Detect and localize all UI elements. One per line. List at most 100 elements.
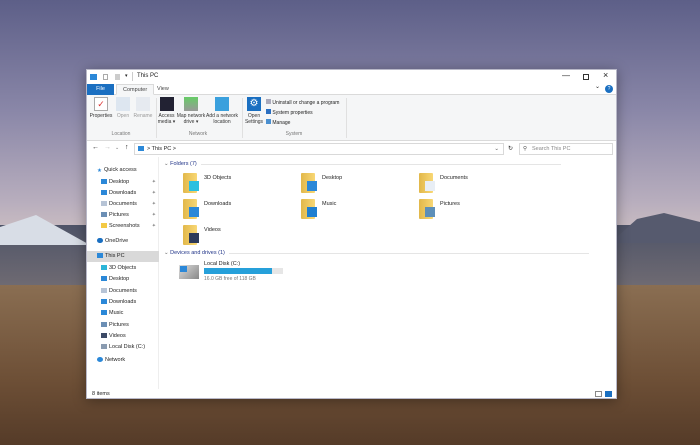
address-bar[interactable]: > This PC > ⌄	[134, 143, 504, 155]
folder-item[interactable]: 3D Objects	[183, 173, 298, 195]
properties-button[interactable]: ✓ Properties	[89, 97, 113, 119]
nav-pc-item[interactable]: Documents	[87, 286, 159, 297]
rename-button[interactable]: Rename	[132, 97, 154, 119]
folder-label: Desktop	[322, 175, 343, 181]
uninstall-program-link[interactable]: Uninstall or change a program	[266, 98, 339, 108]
expand-ribbon-icon[interactable]: ⌄	[595, 83, 600, 90]
folder-label: 3D Objects	[204, 175, 232, 181]
nav-pc-item[interactable]: Pictures	[87, 320, 159, 331]
folder-item[interactable]: Music	[301, 199, 416, 221]
folder-item[interactable]: Documents	[419, 173, 534, 195]
nav-pc-item[interactable]: Videos	[87, 331, 159, 342]
map-network-drive-button[interactable]: Map network drive ▾	[176, 97, 206, 125]
folder-label: Pictures	[440, 201, 460, 207]
label: Desktop	[109, 276, 130, 283]
nav-pc-item[interactable]: 3D Objects	[87, 263, 159, 274]
address-row: ← → ⌄ ↑ > This PC > ⌄ ↻ ⚲ Search This PC	[87, 142, 616, 156]
rename-icon	[136, 97, 150, 111]
refresh-button[interactable]: ↻	[508, 145, 513, 152]
folder-overlay-icon	[307, 207, 317, 217]
drives-group-header[interactable]: ⌄ Devices and drives (1)	[164, 250, 588, 256]
minimize-button[interactable]: —	[562, 71, 570, 80]
pin-icon[interactable]: ✦	[152, 188, 156, 199]
pin-icon[interactable]: ✦	[152, 177, 156, 188]
navigation-pane: ★ Quick access Desktop ✦ Downloads ✦ Document…	[87, 157, 159, 389]
close-button[interactable]: ×	[603, 70, 608, 80]
item-icon	[101, 332, 107, 338]
folder-item[interactable]: Downloads	[183, 199, 298, 221]
tab-computer[interactable]: Computer	[116, 84, 155, 95]
nav-pc-item[interactable]: Local Disk (C:)	[87, 342, 159, 353]
nav-this-pc[interactable]: This PC	[87, 251, 159, 262]
label: Uninstall or change a program	[272, 100, 340, 106]
system-properties-link[interactable]: System properties	[266, 108, 339, 118]
nav-quick-desktop[interactable]: Desktop ✦	[87, 177, 159, 188]
help-icon[interactable]: ?	[605, 85, 613, 93]
folder-label: Music	[322, 201, 337, 207]
this-pc-icon	[138, 146, 144, 151]
window-title: This PC	[137, 73, 159, 79]
pin-icon[interactable]: ✦	[152, 199, 156, 210]
back-button[interactable]: ←	[92, 144, 99, 151]
label: This PC	[105, 253, 125, 259]
recent-locations-button[interactable]: ⌄	[115, 145, 119, 151]
tab-file[interactable]: File	[87, 84, 114, 95]
nav-network[interactable]: Network	[87, 355, 159, 366]
folder-item[interactable]: Pictures	[419, 199, 534, 221]
picture-icon	[101, 212, 107, 217]
item-count: 8 items	[92, 391, 110, 397]
nav-onedrive[interactable]: OneDrive	[87, 236, 159, 247]
open-settings-button[interactable]: ⚙ Open Settings	[244, 97, 264, 125]
nav-quick-screenshots[interactable]: Screenshots ✦	[87, 221, 159, 232]
network-drive-icon	[184, 97, 198, 111]
access-media-button[interactable]: Access media ▾	[157, 97, 176, 125]
maximize-button[interactable]	[583, 74, 589, 80]
label: Open	[116, 113, 130, 119]
search-input[interactable]: ⚲ Search This PC	[519, 143, 613, 155]
separator[interactable]: >	[173, 146, 176, 152]
folder-item[interactable]: Desktop	[301, 173, 416, 195]
nav-quick-pictures[interactable]: Pictures ✦	[87, 210, 159, 221]
folder-icon	[101, 223, 107, 228]
drive-usage-fill	[204, 268, 272, 274]
media-icon	[159, 97, 174, 111]
label: Map network drive ▾	[176, 113, 206, 125]
nav-pc-item[interactable]: Downloads	[87, 297, 159, 308]
label: Open Settings	[244, 113, 264, 125]
folder-item[interactable]: Videos	[183, 225, 298, 247]
nav-pc-item[interactable]: Desktop	[87, 274, 159, 285]
large-icons-view-button[interactable]	[605, 391, 612, 397]
up-button[interactable]: ↑	[125, 144, 129, 151]
folder-overlay-icon	[425, 181, 435, 191]
nav-quick-documents[interactable]: Documents ✦	[87, 199, 159, 210]
manage-link[interactable]: Manage	[266, 118, 339, 128]
nav-pc-item[interactable]: Music	[87, 308, 159, 319]
label: OneDrive	[105, 238, 129, 244]
forward-button[interactable]: →	[104, 144, 111, 151]
search-icon: ⚲	[523, 146, 528, 152]
properties-quick-icon[interactable]	[103, 74, 108, 80]
nav-quick-access[interactable]: ★ Quick access	[87, 165, 159, 176]
customize-quick-access-icon[interactable]: ▾	[125, 73, 128, 79]
open-button[interactable]: Open	[114, 97, 132, 119]
pin-icon[interactable]: ✦	[152, 210, 156, 221]
ribbon: ✓ Properties Open Rename Location Access …	[87, 95, 616, 141]
new-folder-quick-icon[interactable]	[115, 74, 120, 80]
breadcrumb-this-pc[interactable]: This PC	[152, 146, 172, 152]
label: Access media ▾	[157, 113, 176, 125]
tab-view[interactable]: View	[151, 84, 175, 95]
search-placeholder: Search This PC	[532, 146, 571, 152]
nav-quick-downloads[interactable]: Downloads ✦	[87, 188, 159, 199]
download-icon	[101, 190, 107, 195]
pin-icon[interactable]: ✦	[152, 221, 156, 232]
address-dropdown-icon[interactable]: ⌄	[494, 144, 499, 154]
folder-overlay-icon	[425, 207, 435, 217]
folders-group-header[interactable]: ⌄ Folders (7)	[164, 161, 558, 167]
add-network-location-button[interactable]: Add a network location	[206, 97, 238, 125]
details-view-button[interactable]	[595, 391, 602, 397]
label: Devices and drives (1)	[170, 250, 225, 256]
drive-local-disk-c[interactable]: Local Disk (C:) 16.0 GB free of 118 GB	[179, 261, 289, 285]
label: Pictures	[109, 212, 129, 218]
label: 3D Objects	[109, 265, 137, 271]
status-bar: 8 items	[87, 389, 616, 399]
